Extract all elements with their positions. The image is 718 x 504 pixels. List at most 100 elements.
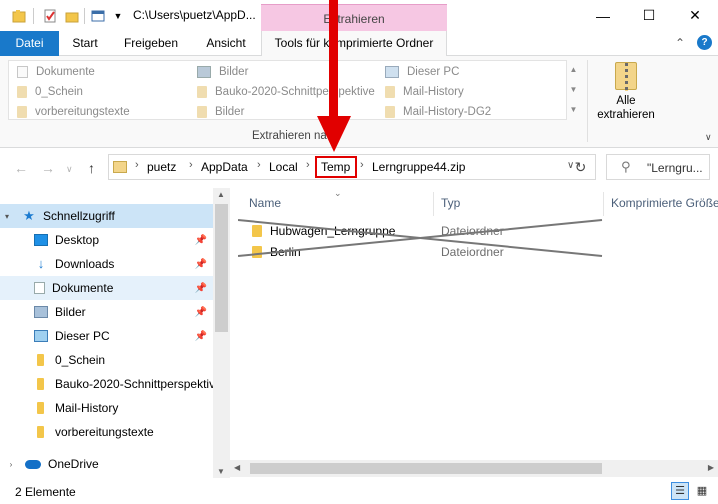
nav-item-label: Downloads — [55, 257, 115, 271]
gallery-item-label: Bauko-2020-Schnittperspektive — [215, 86, 375, 98]
column-divider[interactable] — [433, 192, 434, 216]
gallery-scrollbar[interactable]: ▲ ▼ ▼ — [566, 60, 580, 120]
breadcrumb-separator-icon[interactable]: › — [306, 159, 310, 171]
breadcrumb-separator-icon[interactable]: › — [257, 159, 261, 171]
forward-arrow-icon[interactable]: → — [41, 160, 55, 176]
up-arrow-icon[interactable]: ↑ — [88, 160, 95, 176]
column-header-name[interactable]: Name — [249, 196, 281, 216]
folder-icon — [113, 161, 127, 173]
gallery-item[interactable]: Dokumente — [17, 63, 95, 81]
new-folder-icon[interactable] — [64, 8, 80, 24]
maximize-button[interactable]: ☐ — [626, 0, 672, 31]
window-title: C:\Users\puetz\AppD... — [133, 8, 256, 22]
nav-item-bilder[interactable]: Bilder 📌 — [0, 300, 213, 324]
scroll-down-icon[interactable]: ▼ — [217, 467, 225, 476]
nav-item-label: Dieser PC — [55, 329, 110, 343]
nav-item-mail-history[interactable]: Mail-History — [0, 396, 213, 420]
gallery-item-label: Mail-History-DG2 — [403, 106, 492, 118]
gallery-item[interactable]: Mail-History — [385, 83, 464, 101]
recent-locations-chevron-icon[interactable]: ∨ — [66, 164, 73, 175]
breadcrumb-item[interactable]: Local — [269, 160, 298, 174]
gallery-item[interactable]: Bauko-2020-Schnittperspektive — [197, 83, 375, 101]
tab-datei[interactable]: Datei — [0, 31, 59, 56]
column-header-type[interactable]: Typ — [441, 196, 460, 216]
search-input[interactable]: ⚲ "Lerngru... — [606, 154, 710, 180]
extract-all-label: Alle extrahieren — [597, 95, 655, 121]
address-bar[interactable]: › puetz › AppData › Local › Temp › Lerng… — [108, 154, 596, 180]
gallery-item[interactable]: vorbereitungstexte — [17, 103, 130, 121]
breadcrumb-item[interactable]: puetz — [147, 160, 176, 174]
folder-icon — [37, 378, 44, 390]
scroll-thumb[interactable] — [250, 463, 602, 474]
scroll-right-icon[interactable]: ▶ — [708, 463, 714, 472]
nav-item-bauko[interactable]: Bauko-2020-Schnittperspektive — [0, 372, 213, 396]
scroll-left-icon[interactable]: ◀ — [234, 463, 240, 472]
breadcrumb-separator-icon[interactable]: › — [360, 159, 364, 171]
nav-item-desktop[interactable]: Desktop 📌 — [0, 228, 213, 252]
annotation-arrow-head — [317, 116, 351, 152]
help-icon[interactable]: ? — [697, 35, 712, 50]
tab-ansicht[interactable]: Ansicht — [191, 31, 261, 56]
gallery-scroll-up-icon[interactable]: ▲ — [567, 60, 580, 80]
horizontal-scrollbar[interactable]: ◀ ▶ — [230, 460, 718, 477]
tab-start[interactable]: Start — [59, 31, 111, 56]
breadcrumb-separator-icon[interactable]: › — [189, 159, 193, 171]
close-button[interactable]: ✕ — [672, 0, 718, 31]
column-header-compressed-size[interactable]: Komprimierte Größe — [611, 196, 718, 216]
nav-item-dokumente[interactable]: Dokumente 📌 — [0, 276, 213, 300]
navpane-scrollbar[interactable]: ▲ ▼ — [213, 188, 230, 478]
nav-item-0-schein[interactable]: 0_Schein — [0, 348, 213, 372]
ribbon-pin-icon[interactable]: ∨ — [705, 132, 712, 143]
annotation-arrow-shaft — [329, 0, 338, 120]
breadcrumb-separator-icon[interactable]: › — [135, 159, 139, 171]
divider — [587, 60, 588, 142]
folder-icon[interactable] — [11, 8, 27, 24]
gallery-more-icon[interactable]: ▼ — [567, 100, 580, 120]
nav-item-label: Bauko-2020-Schnittperspektive — [55, 377, 213, 391]
nav-item-label: Desktop — [55, 233, 100, 247]
folder-icon — [385, 86, 395, 98]
expand-chevron-icon[interactable]: › — [4, 460, 18, 469]
gallery-item-label: 0_Schein — [35, 86, 83, 98]
large-icons-view-icon[interactable]: ▦ — [693, 482, 711, 500]
title-bar: ▼ C:\Users\puetz\AppD... Extrahieren — ☐… — [0, 0, 718, 31]
gallery-item[interactable]: 0_Schein — [17, 83, 83, 101]
tab-freigeben[interactable]: Freigeben — [111, 31, 191, 56]
window-icon[interactable] — [90, 8, 106, 24]
ribbon-collapse-icon[interactable]: ⌃ — [675, 36, 685, 50]
pin-icon: 📌 — [194, 306, 207, 318]
customize-toolbar-chevron-icon[interactable]: ▼ — [110, 8, 126, 24]
divider — [84, 8, 85, 24]
gallery-item[interactable]: Bilder — [197, 63, 248, 81]
collapse-chevron-icon[interactable]: ▾ — [0, 212, 14, 221]
minimize-button[interactable]: — — [580, 0, 626, 31]
gallery-item[interactable]: Mail-History-DG2 — [385, 103, 491, 121]
tab-compressed-folder-tools[interactable]: Tools für komprimierte Ordner — [261, 31, 447, 57]
breadcrumb-item[interactable]: Lerngruppe44.zip — [372, 160, 465, 174]
navigation-pane: ▾ ★ Schnellzugriff Desktop 📌 ↓ Downloads… — [0, 188, 230, 478]
scroll-up-icon[interactable]: ▲ — [217, 190, 225, 199]
zip-folder-icon — [615, 62, 637, 91]
nav-item-onedrive[interactable]: › OneDrive — [0, 452, 213, 476]
pin-icon: 📌 — [194, 282, 207, 294]
nav-item-downloads[interactable]: ↓ Downloads 📌 — [0, 252, 213, 276]
properties-icon[interactable] — [42, 8, 58, 24]
nav-item-label: vorbereitungstexte — [55, 425, 154, 439]
gallery-scroll-down-icon[interactable]: ▼ — [567, 80, 580, 100]
nav-item-schnellzugriff[interactable]: ▾ ★ Schnellzugriff — [0, 204, 213, 228]
gallery-item-label: Mail-History — [403, 86, 464, 98]
gallery-item[interactable]: Bilder — [197, 103, 244, 121]
desktop-icon — [34, 234, 48, 246]
nav-item-dieser-pc[interactable]: Dieser PC 📌 — [0, 324, 213, 348]
gallery-item[interactable]: Dieser PC — [385, 63, 459, 81]
refresh-button[interactable]: ↻ — [566, 154, 596, 180]
document-icon — [17, 66, 28, 78]
nav-item-vorbereitungstexte[interactable]: vorbereitungstexte — [0, 420, 213, 444]
scroll-thumb[interactable] — [215, 204, 228, 332]
extract-all-button[interactable]: Alle extrahieren — [594, 62, 658, 136]
breadcrumb-item[interactable]: AppData — [201, 160, 248, 174]
gallery-item-label: vorbereitungstexte — [35, 106, 130, 118]
column-divider[interactable] — [603, 192, 604, 216]
back-arrow-icon[interactable]: ← — [14, 160, 28, 176]
details-view-icon[interactable]: ☰ — [671, 482, 689, 500]
